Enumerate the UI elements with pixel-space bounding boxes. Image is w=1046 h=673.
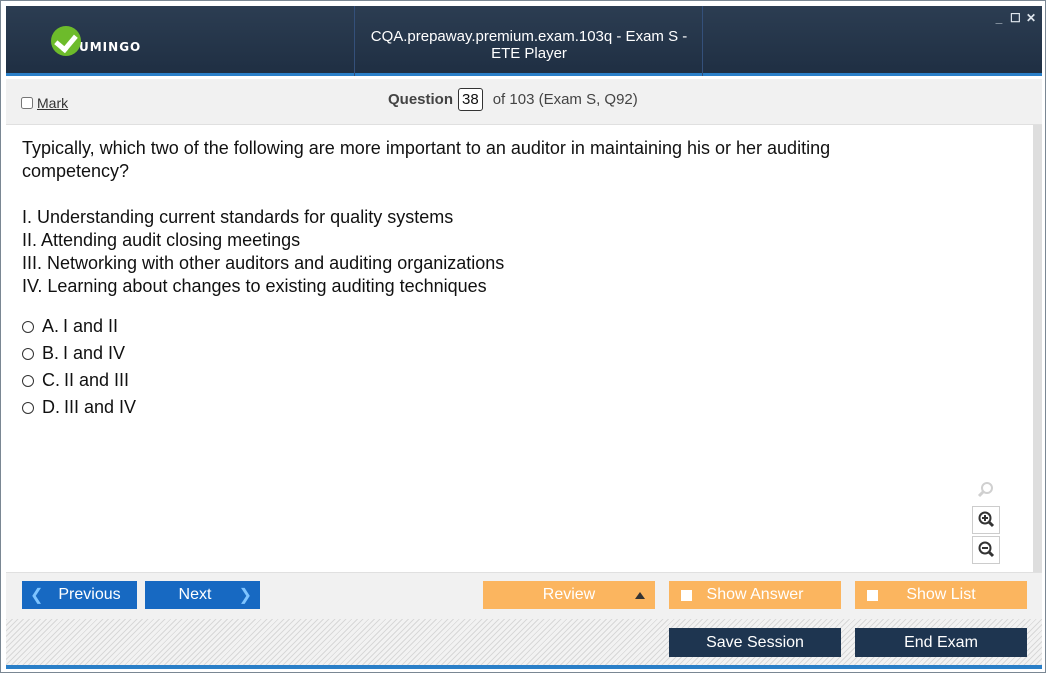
option-text: I and II: [63, 316, 119, 336]
minimize-icon[interactable]: _: [994, 11, 1004, 25]
caret-up-icon: [635, 591, 645, 599]
show-list-label: Show List: [906, 586, 976, 603]
zoom-out-button[interactable]: [972, 536, 1000, 564]
question-total: of 103 (Exam S, Q92): [492, 91, 638, 108]
mark-checkbox-input[interactable]: [21, 97, 33, 109]
title-bar: UMINGO CQA.prepaway.premium.exam.103q - …: [6, 6, 1042, 76]
question-text: Typically, which two of the following ar…: [22, 138, 831, 181]
vumingo-logo: UMINGO: [51, 26, 141, 56]
title-divider-left: [354, 6, 355, 76]
statement-item: IV. Learning about changes to existing a…: [22, 276, 487, 296]
radio-button[interactable]: [22, 374, 34, 387]
vertical-scrollbar[interactable]: [1033, 125, 1042, 572]
radio-button[interactable]: [22, 401, 34, 414]
option-b[interactable]: B. I and IV: [22, 340, 136, 367]
show-list-button[interactable]: Show List: [855, 581, 1027, 609]
checkbox-icon[interactable]: [681, 589, 692, 601]
option-a[interactable]: A. I and II: [22, 313, 136, 340]
question-content: Typically, which two of the following ar…: [6, 125, 1042, 572]
zoom-reset-button[interactable]: [972, 476, 1000, 504]
question-number-input[interactable]: 38: [458, 88, 483, 111]
logo-text: UMINGO: [79, 40, 142, 54]
end-exam-button[interactable]: End Exam: [855, 628, 1027, 657]
option-letter: B.: [42, 343, 60, 363]
close-icon[interactable]: ✕: [1026, 11, 1036, 25]
zoom-out-icon: [978, 541, 995, 558]
show-answer-button[interactable]: Show Answer: [669, 581, 841, 609]
save-session-button[interactable]: Save Session: [669, 628, 841, 657]
checkmark-logo-icon: [51, 26, 81, 56]
window-title: CQA.prepaway.premium.exam.103q - Exam S …: [370, 28, 688, 62]
next-label: Next: [178, 586, 212, 603]
review-button[interactable]: Review: [483, 581, 655, 609]
next-button[interactable]: Next ❯: [145, 581, 260, 609]
previous-button[interactable]: ❮ Previous: [22, 581, 137, 609]
statement-item: III. Networking with other auditors and …: [22, 253, 505, 273]
zoom-in-icon: [978, 511, 995, 528]
statement-item: I. Understanding current standards for q…: [22, 207, 454, 227]
chevron-right-icon: ❯: [238, 587, 252, 604]
option-text: III and IV: [64, 397, 137, 417]
mark-label: Mark: [37, 95, 69, 111]
statements-list: I. Understanding current standards for q…: [22, 206, 504, 298]
option-letter: C.: [42, 370, 60, 390]
option-c[interactable]: C. II and III: [22, 367, 136, 394]
mark-checkbox[interactable]: Mark: [21, 95, 68, 111]
option-text: II and III: [64, 370, 130, 390]
question-label: Question: [388, 91, 454, 108]
statement-item: II. Attending audit closing meetings: [22, 230, 301, 250]
exam-player-window: UMINGO CQA.prepaway.premium.exam.103q - …: [0, 0, 1046, 673]
question-counter: Question 38 of 103 (Exam S, Q92): [388, 88, 638, 111]
option-letter: D.: [42, 397, 60, 417]
maximize-icon[interactable]: ☐: [1010, 11, 1021, 25]
radio-button[interactable]: [22, 320, 34, 333]
show-answer-label: Show Answer: [706, 586, 804, 603]
option-text: I and IV: [63, 343, 126, 363]
zoom-in-button[interactable]: [972, 506, 1000, 534]
checkbox-icon[interactable]: [867, 589, 878, 601]
chevron-left-icon: ❮: [30, 587, 44, 604]
navigation-bar: ❮ Previous Next ❯ Review Show Answer Sho…: [6, 572, 1042, 619]
previous-label: Previous: [58, 586, 121, 603]
question-bar: Mark Question 38 of 103 (Exam S, Q92): [6, 79, 1042, 125]
magnifier-icon: [977, 482, 993, 498]
radio-button[interactable]: [22, 347, 34, 360]
window-controls: _ ☐ ✕: [994, 11, 1036, 25]
option-letter: A.: [42, 316, 60, 336]
footer-bar: Save Session End Exam: [6, 619, 1042, 669]
zoom-controls: [972, 476, 1002, 566]
option-d[interactable]: D. III and IV: [22, 394, 136, 421]
answer-options: A. I and II B. I and IV C. II and III D.…: [22, 313, 136, 421]
title-divider-right: [702, 6, 703, 76]
review-label: Review: [542, 586, 596, 603]
